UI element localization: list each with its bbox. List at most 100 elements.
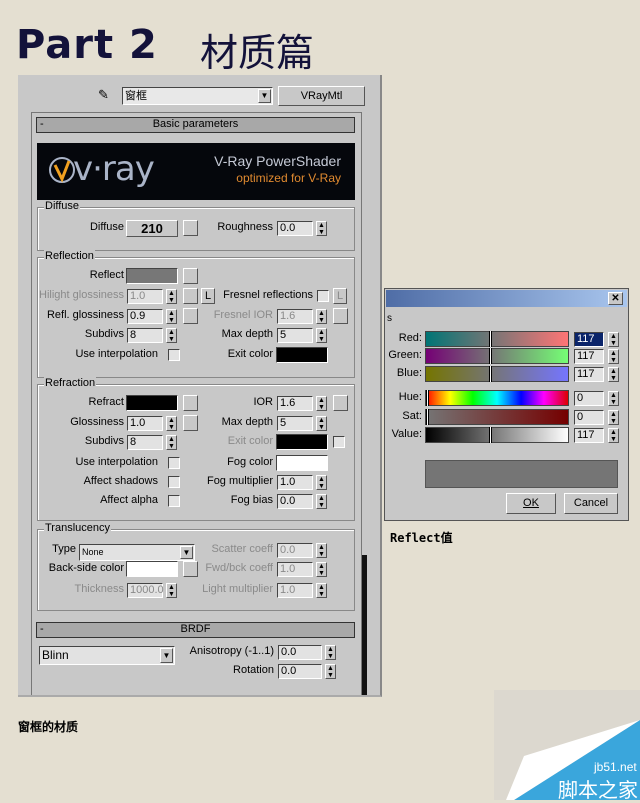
spinner-arrows-icon[interactable]: ▲ ▼: [325, 645, 336, 660]
blue-label: Blue:: [396, 367, 422, 379]
close-button[interactable]: ✕: [608, 292, 623, 305]
fresnel-ior-label: Fresnel IOR: [213, 309, 273, 321]
reflect-label: Reflect: [89, 269, 124, 281]
red-slider-handle[interactable]: [489, 331, 493, 347]
roughness-input[interactable]: 0.0: [277, 221, 313, 236]
green-slider[interactable]: [425, 348, 569, 364]
sat-slider[interactable]: [425, 409, 569, 425]
reflection-exit-color-label: Exit color: [227, 348, 273, 360]
fwd-bck-coeff-input[interactable]: 1.0: [277, 562, 313, 577]
group-title: Translucency: [44, 522, 112, 534]
ior-input[interactable]: 1.6: [277, 396, 313, 411]
spinner-arrows-icon[interactable]: ▲ ▼: [316, 562, 327, 577]
refraction-exit-color-checkbox[interactable]: [333, 436, 345, 448]
spinner-arrows-icon[interactable]: ▲ ▼: [316, 583, 327, 598]
fog-multiplier-input[interactable]: 1.0: [277, 475, 313, 490]
spinner-arrows-icon[interactable]: ▲ ▼: [316, 221, 327, 236]
spinner-arrows-icon[interactable]: ▲ ▼: [608, 428, 619, 443]
spinner-arrows-icon[interactable]: ▲ ▼: [608, 410, 619, 425]
scatter-coeff-input[interactable]: 0.0: [277, 543, 313, 558]
spinner-arrows-icon[interactable]: ▲ ▼: [608, 332, 619, 347]
green-label: Green:: [388, 349, 422, 361]
fwd-bck-coeff-label: Fwd/bck coeff: [205, 562, 273, 574]
cancel-button[interactable]: Cancel: [564, 493, 618, 514]
reflection-exit-color-swatch[interactable]: [276, 347, 328, 363]
blue-input[interactable]: 117: [574, 367, 604, 382]
refract-label: Refract: [88, 396, 124, 408]
sat-label: Sat:: [402, 410, 422, 422]
color-selector-dialog: ✕ s Red: 117 ▲ ▼ Green: 117 ▲ ▼ Blue: 117 ▲ ▼ Hue…: [384, 288, 629, 521]
fresnel-reflections-label: Fresnel reflections: [223, 289, 313, 301]
fresnel-ior-map-button[interactable]: [333, 308, 348, 324]
red-slider[interactable]: [425, 331, 569, 347]
anisotropy-input[interactable]: 0.0: [278, 645, 322, 660]
sat-slider-handle[interactable]: [426, 409, 429, 425]
material-type-button[interactable]: VRayMtl: [278, 86, 365, 106]
spinner-arrows-icon[interactable]: ▲ ▼: [608, 349, 619, 364]
watermark-site: jb51.net: [594, 760, 637, 774]
spinner-arrows-icon[interactable]: ▲ ▼: [608, 391, 619, 406]
hue-slider-handle[interactable]: [426, 390, 429, 406]
fog-color-label: Fog color: [227, 456, 273, 468]
rotation-input[interactable]: 0.0: [278, 664, 322, 679]
spinner-arrows-icon[interactable]: ▲ ▼: [325, 664, 336, 679]
fog-color-swatch[interactable]: [276, 455, 328, 471]
reflect-color-swatch[interactable]: [126, 268, 178, 284]
refraction-glossiness-label: Glossiness: [70, 416, 124, 428]
dropdown-arrow-icon[interactable]: ▼: [258, 89, 271, 103]
spinner-arrows-icon[interactable]: ▲ ▼: [316, 475, 327, 490]
roughness-label: Roughness: [217, 221, 273, 233]
refraction-max-depth-label: Max depth: [221, 416, 273, 428]
spinner-arrows-icon[interactable]: ▲ ▼: [316, 543, 327, 558]
hue-input[interactable]: 0: [574, 391, 604, 406]
spinner-arrows-icon[interactable]: ▲ ▼: [316, 494, 327, 509]
sat-input[interactable]: 0: [574, 410, 604, 425]
green-input[interactable]: 117: [574, 349, 604, 364]
refraction-max-depth-input[interactable]: 5: [277, 416, 313, 431]
refraction-subdivs-label: Subdivs: [84, 435, 124, 447]
reflection-max-depth-label: Max depth: [221, 328, 273, 340]
blue-slider[interactable]: [425, 366, 569, 382]
fresnel-lock-button[interactable]: L: [333, 288, 347, 304]
light-multiplier-label: Light multiplier: [202, 583, 273, 595]
collapse-toggle[interactable]: -: [40, 623, 50, 635]
reflect-map-button[interactable]: [183, 268, 198, 284]
fresnel-ior-input[interactable]: 1.6: [277, 309, 313, 324]
spinner-arrows-icon[interactable]: ▲ ▼: [316, 328, 327, 343]
ok-button[interactable]: OK: [506, 493, 556, 514]
basic-parameters-rollout-header[interactable]: Basic parameters: [36, 117, 355, 133]
value-slider[interactable]: [425, 427, 569, 443]
vray-banner: v·ray V-Ray PowerShader optimized for V-Ra…: [37, 143, 355, 200]
reflection-max-depth-input[interactable]: 5: [277, 328, 313, 343]
ior-map-button[interactable]: [333, 395, 348, 411]
scrollbar[interactable]: [362, 555, 367, 695]
refl-glossiness-label: Refl. glossiness: [46, 309, 124, 321]
fog-bias-input[interactable]: 0.0: [277, 494, 313, 509]
hue-label: Hue:: [398, 391, 422, 403]
blue-slider-handle[interactable]: [489, 366, 493, 382]
spinner-arrows-icon[interactable]: ▲ ▼: [608, 367, 619, 382]
anisotropy-label: Anisotropy (-1..1): [189, 645, 274, 657]
red-input[interactable]: 117: [574, 332, 604, 347]
eyedropper-icon[interactable]: ✎: [98, 87, 114, 103]
banner-line2: optimized for V-Ray: [236, 171, 341, 185]
fresnel-reflections-checkbox[interactable]: [317, 290, 329, 302]
group-title: Refraction: [44, 377, 97, 389]
dialog-titlebar[interactable]: [386, 290, 627, 307]
value-input[interactable]: 117: [574, 428, 604, 443]
value-slider-handle[interactable]: [489, 427, 493, 443]
brdf-rollout-header[interactable]: BRDF: [36, 622, 355, 638]
refraction-exit-color-swatch[interactable]: [276, 434, 328, 450]
hue-slider[interactable]: [425, 390, 569, 406]
green-slider-handle[interactable]: [489, 348, 493, 364]
spinner-arrows-icon[interactable]: ▲ ▼: [316, 309, 327, 324]
light-multiplier-input[interactable]: 1.0: [277, 583, 313, 598]
fog-bias-label: Fog bias: [230, 494, 273, 506]
collapse-toggle[interactable]: -: [40, 118, 50, 130]
hilight-glossiness-input[interactable]: 1.0: [127, 289, 163, 304]
spinner-arrows-icon[interactable]: ▲ ▼: [316, 416, 327, 431]
spinner-arrows-icon[interactable]: ▲ ▼: [316, 396, 327, 411]
diffuse-label: Diffuse: [89, 221, 124, 233]
material-name-dropdown[interactable]: 窗框: [122, 87, 273, 105]
thickness-label: Thickness: [74, 583, 124, 595]
